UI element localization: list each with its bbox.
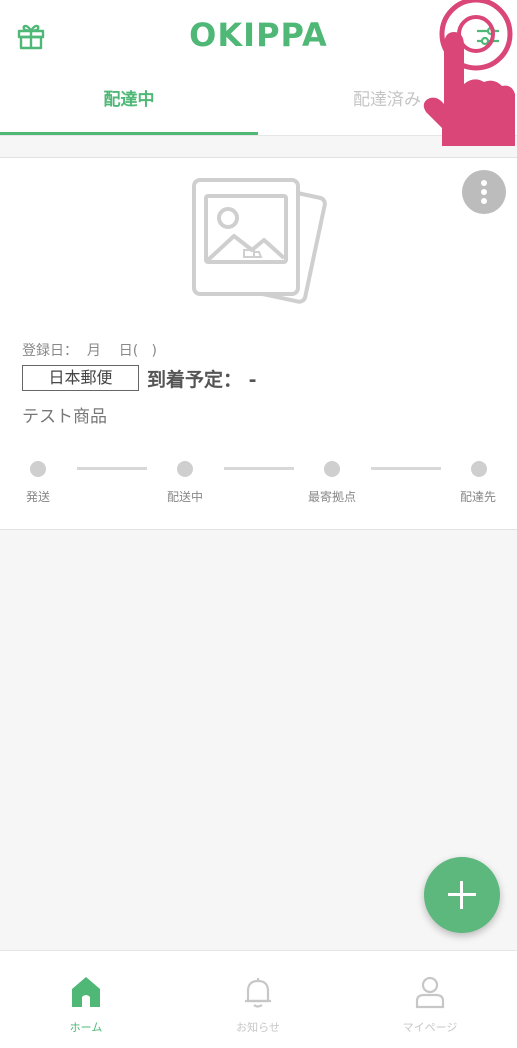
step-label: 配達先 [459,490,496,504]
step-dot-nearest-hub [324,461,340,477]
step-dot-shipped [30,461,46,477]
product-name: テスト商品 [22,407,107,427]
estimated-arrival: 到着予定： - [147,369,257,391]
tap-pointer-hand-icon [423,0,515,146]
nav-mypage-label: マイページ [402,1021,458,1034]
step-connector [77,467,147,470]
nav-notifications-label: お知らせ [236,1021,280,1034]
home-icon [72,977,100,1007]
user-icon [415,976,445,1009]
step-label: 発送 [25,490,50,504]
carrier-badge: 日本郵便 [22,365,139,391]
nav-notifications[interactable]: お知らせ [172,951,344,1048]
more-options-icon[interactable] [462,170,506,214]
step-dot-destination [471,461,487,477]
step-dot-in-transit [177,461,193,477]
add-package-button[interactable] [424,857,500,933]
registered-date: 登録日： 月 日( ) [22,343,157,359]
photo-placeholder-icon [192,178,327,304]
step-connector [224,467,294,470]
step-connector [371,467,441,470]
bottom-navigation: ホーム お知らせ マイページ [0,950,517,1048]
package-card[interactable]: 登録日： 月 日( ) 日本郵便 到着予定： - テスト商品 発送 配送中 最寄… [0,157,517,530]
tab-in-delivery[interactable]: 配達中 [0,70,258,136]
bell-icon [245,978,271,1008]
step-label: 最寄拠点 [307,490,356,504]
nav-home-label: ホーム [69,1021,103,1034]
nav-home[interactable]: ホーム [0,951,172,1048]
step-label: 配送中 [166,490,203,504]
nav-mypage[interactable]: マイページ [344,951,516,1048]
